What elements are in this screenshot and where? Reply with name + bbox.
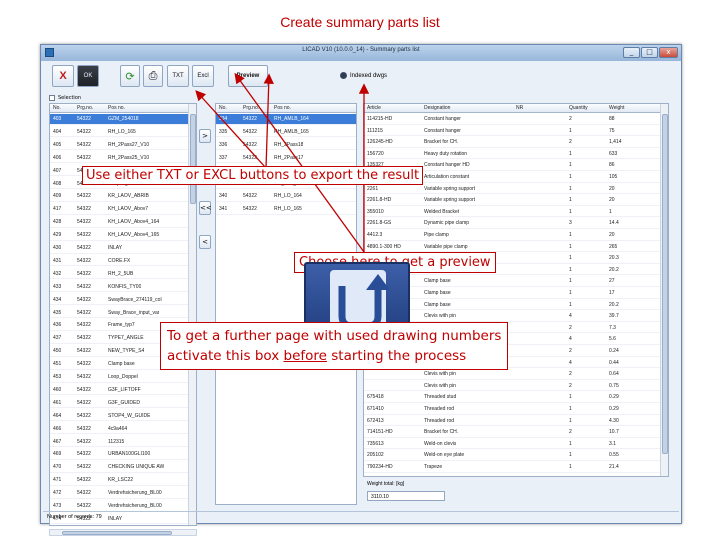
callout-text: activate this box bbox=[167, 348, 284, 364]
callout-underlined-text: before bbox=[283, 348, 327, 364]
drawing-numbers-callout: To get a further page with used drawing … bbox=[160, 322, 509, 370]
arrow-to-txt bbox=[195, 90, 267, 169]
callout-line-2: activate this box before starting the pr… bbox=[167, 346, 501, 366]
callout-text: starting the process bbox=[326, 348, 467, 364]
callout-line-1: To get a further page with used drawing … bbox=[167, 328, 502, 344]
arrow-to-excel bbox=[263, 73, 274, 169]
export-callout: Use either TXT or EXCL buttons to export… bbox=[82, 166, 424, 185]
arrow-to-preview bbox=[234, 72, 365, 253]
